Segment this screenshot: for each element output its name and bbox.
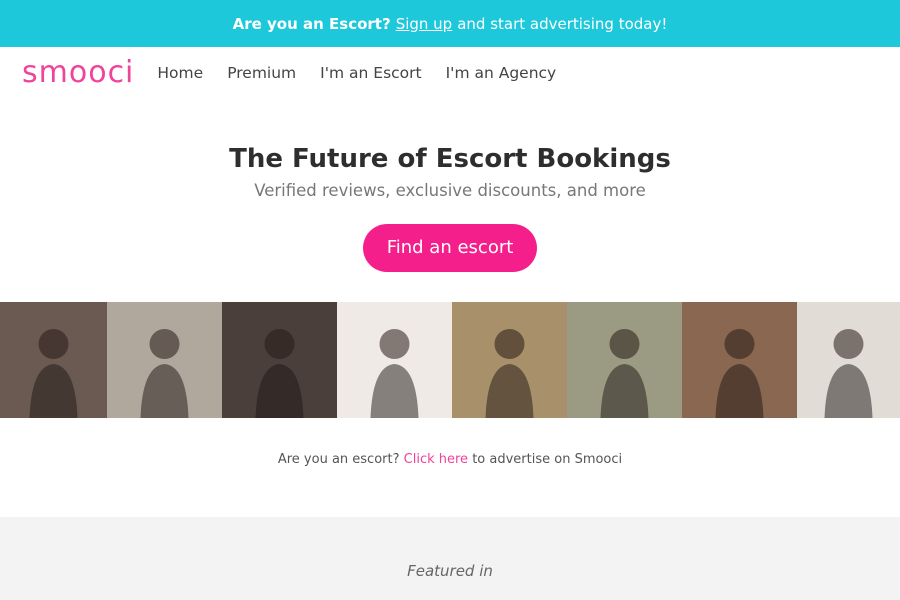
click-here-link[interactable]: Click here [404, 452, 468, 467]
banner-prefix: Are you an Escort? [232, 14, 391, 33]
find-escort-button[interactable]: Find an escort [363, 224, 537, 272]
escort-photo-7[interactable] [682, 302, 797, 418]
advertise-line: Are you an escort? Click here to adverti… [0, 452, 900, 467]
featured-in-label: Featured in [407, 562, 493, 580]
featured-section: Featured in [0, 517, 900, 600]
person-silhouette-icon [600, 329, 649, 418]
person-silhouette-icon [140, 329, 189, 418]
nav-im-an-escort[interactable]: I'm an Escort [320, 64, 421, 82]
advertise-suffix: to advertise on Smooci [472, 452, 623, 467]
advertise-prefix: Are you an escort? [277, 452, 400, 467]
smooci-logo[interactable]: smooci [22, 58, 134, 88]
nav-premium[interactable]: Premium [227, 64, 296, 82]
escort-photo-1[interactable] [0, 302, 107, 418]
escort-photo-6[interactable] [567, 302, 682, 418]
banner-suffix: and start advertising today! [457, 14, 668, 33]
escort-photo-3[interactable] [222, 302, 337, 418]
escort-photo-4[interactable] [337, 302, 452, 418]
top-banner: Are you an Escort? Sign up and start adv… [0, 0, 900, 47]
person-silhouette-icon [715, 329, 764, 418]
photo-gallery [0, 302, 900, 418]
escort-photo-8[interactable] [797, 302, 900, 418]
person-silhouette-icon [485, 329, 534, 418]
nav-home[interactable]: Home [157, 64, 203, 82]
person-silhouette-icon [370, 329, 419, 418]
sign-up-link[interactable]: Sign up [396, 15, 453, 33]
person-silhouette-icon [824, 329, 873, 418]
hero-title: The Future of Escort Bookings [229, 144, 671, 174]
person-silhouette-icon [255, 329, 304, 418]
hero-section: The Future of Escort Bookings Verified r… [0, 99, 900, 272]
escort-photo-2[interactable] [107, 302, 222, 418]
main-nav: smooci Home Premium I'm an Escort I'm an… [0, 47, 900, 99]
hero-subtitle: Verified reviews, exclusive discounts, a… [254, 181, 646, 200]
person-silhouette-icon [29, 329, 78, 418]
escort-photo-5[interactable] [452, 302, 567, 418]
nav-im-an-agency[interactable]: I'm an Agency [446, 64, 557, 82]
